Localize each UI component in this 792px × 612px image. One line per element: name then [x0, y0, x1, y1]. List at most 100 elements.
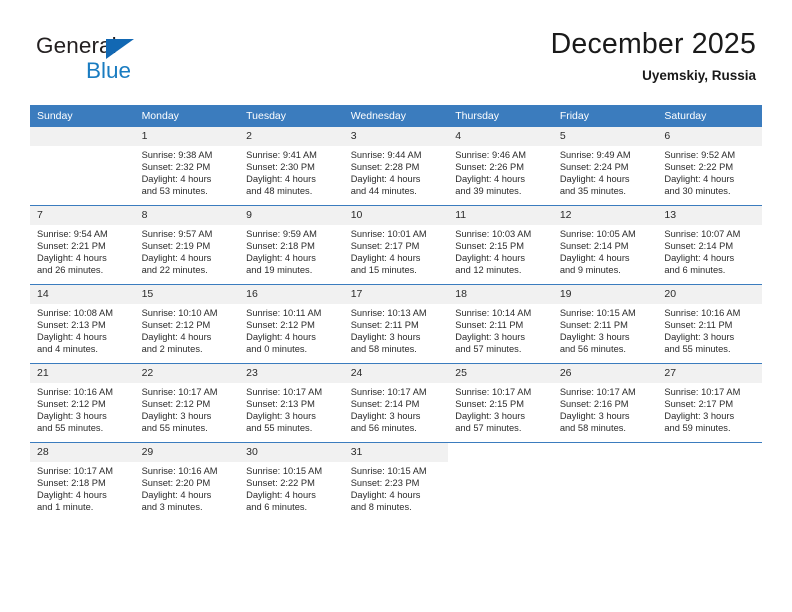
- day-number: 25: [448, 364, 553, 383]
- daylight-text-line2: and 2 minutes.: [141, 344, 203, 355]
- calendar-day-cell[interactable]: 24 Sunrise: 10:17 AM Sunset: 2:14 PM Day…: [343, 363, 449, 443]
- day-details: [657, 462, 762, 513]
- brand-logo[interactable]: General Blue: [36, 33, 216, 89]
- daylight-text-line1: Daylight: 4 hours: [141, 253, 212, 264]
- day-number: [448, 443, 553, 462]
- calendar-day-cell[interactable]: 22 Sunrise: 10:17 AM Sunset: 2:12 PM Day…: [134, 363, 240, 443]
- sunrise-text: [455, 465, 549, 477]
- sunrise-text: Sunrise: 10:17 AM: [37, 466, 113, 476]
- daylight-text-line2: [37, 185, 131, 197]
- calendar-day-cell[interactable]: 15 Sunrise: 10:10 AM Sunset: 2:12 PM Day…: [134, 284, 240, 364]
- calendar-day-cell[interactable]: 17 Sunrise: 10:13 AM Sunset: 2:11 PM Day…: [343, 284, 449, 364]
- calendar-day-cell[interactable]: 12 Sunrise: 10:05 AM Sunset: 2:14 PM Day…: [552, 205, 658, 285]
- sunrise-text: Sunrise: 10:17 AM: [141, 387, 218, 397]
- calendar-day-cell[interactable]: 4 Sunrise: 9:46 AM Sunset: 2:26 PM Dayli…: [448, 127, 553, 206]
- day-details: Sunrise: 10:11 AM Sunset: 2:12 PM Daylig…: [239, 304, 344, 355]
- sunrise-text: [37, 149, 131, 161]
- day-number: 9: [239, 206, 344, 225]
- sunrise-text: Sunrise: 10:10 AM: [141, 308, 218, 318]
- day-details: Sunrise: 10:01 AM Sunset: 2:17 PM Daylig…: [344, 225, 449, 276]
- sunrise-text: Sunrise: 10:17 AM: [664, 387, 741, 397]
- day-number: 14: [30, 285, 135, 304]
- calendar-day-cell[interactable]: [448, 442, 553, 521]
- calendar-day-cell[interactable]: 19 Sunrise: 10:15 AM Sunset: 2:11 PM Day…: [552, 284, 658, 364]
- calendar-day-cell[interactable]: 3 Sunrise: 9:44 AM Sunset: 2:28 PM Dayli…: [343, 127, 449, 206]
- daylight-text-line1: Daylight: 3 hours: [246, 411, 316, 422]
- calendar-day-cell[interactable]: 26 Sunrise: 10:17 AM Sunset: 2:16 PM Day…: [552, 363, 658, 443]
- calendar-day-cell[interactable]: 5 Sunrise: 9:49 AM Sunset: 2:24 PM Dayli…: [552, 127, 658, 206]
- day-details: Sunrise: 10:13 AM Sunset: 2:11 PM Daylig…: [344, 304, 449, 355]
- sunrise-text: Sunrise: 10:17 AM: [350, 387, 427, 397]
- calendar-day-cell[interactable]: 2 Sunrise: 9:41 AM Sunset: 2:30 PM Dayli…: [239, 127, 344, 206]
- calendar-header-row: Sunday Monday Tuesday Wednesday Thursday…: [30, 105, 762, 127]
- day-details: Sunrise: 10:05 AM Sunset: 2:14 PM Daylig…: [553, 225, 658, 276]
- calendar-day-cell[interactable]: 13 Sunrise: 10:07 AM Sunset: 2:14 PM Day…: [657, 205, 762, 285]
- sunset-text: Sunset: 2:21 PM: [37, 241, 106, 252]
- daylight-text-line2: and 44 minutes.: [350, 186, 417, 197]
- calendar-day-cell[interactable]: 28 Sunrise: 10:17 AM Sunset: 2:18 PM Day…: [30, 442, 135, 521]
- calendar-day-cell[interactable]: 14 Sunrise: 10:08 AM Sunset: 2:13 PM Day…: [30, 284, 135, 364]
- calendar-day-cell[interactable]: 1 Sunrise: 9:38 AM Sunset: 2:32 PM Dayli…: [134, 127, 240, 206]
- calendar-day-cell[interactable]: 31 Sunrise: 10:15 AM Sunset: 2:23 PM Day…: [343, 442, 449, 521]
- calendar-day-cell[interactable]: 21 Sunrise: 10:16 AM Sunset: 2:12 PM Day…: [30, 363, 135, 443]
- daylight-text-line1: [560, 489, 654, 501]
- sunset-text: Sunset: 2:12 PM: [141, 399, 211, 410]
- calendar-day-cell[interactable]: 7 Sunrise: 9:54 AM Sunset: 2:21 PM Dayli…: [30, 205, 135, 285]
- sunset-text: Sunset: 2:15 PM: [455, 241, 524, 252]
- calendar-day-cell[interactable]: 29 Sunrise: 10:16 AM Sunset: 2:20 PM Day…: [134, 442, 240, 521]
- day-number: 28: [30, 443, 135, 462]
- daylight-text-line1: Daylight: 4 hours: [246, 174, 316, 185]
- calendar-day-cell[interactable]: 20 Sunrise: 10:16 AM Sunset: 2:11 PM Day…: [657, 284, 762, 364]
- calendar-day-cell[interactable]: 8 Sunrise: 9:57 AM Sunset: 2:19 PM Dayli…: [134, 205, 240, 285]
- calendar-page: General Blue December 2025 Uyemskiy, Rus…: [0, 0, 792, 612]
- sunset-text: Sunset: 2:13 PM: [37, 320, 106, 331]
- calendar-day-cell[interactable]: 23 Sunrise: 10:17 AM Sunset: 2:13 PM Day…: [239, 363, 344, 443]
- day-number: [30, 127, 135, 146]
- calendar-day-cell[interactable]: [552, 442, 658, 521]
- day-number: 27: [657, 364, 762, 383]
- sunset-text: Sunset: 2:20 PM: [141, 478, 211, 489]
- daylight-text-line2: and 56 minutes.: [559, 344, 626, 355]
- calendar-day-cell[interactable]: 18 Sunrise: 10:14 AM Sunset: 2:11 PM Day…: [448, 284, 553, 364]
- sunset-text: Sunset: 2:32 PM: [141, 162, 211, 173]
- sunrise-text: Sunrise: 10:07 AM: [664, 229, 741, 239]
- sunrise-text: Sunrise: 9:59 AM: [246, 229, 317, 239]
- calendar-day-cell[interactable]: 6 Sunrise: 9:52 AM Sunset: 2:22 PM Dayli…: [657, 127, 762, 206]
- calendar-day-cell[interactable]: 9 Sunrise: 9:59 AM Sunset: 2:18 PM Dayli…: [239, 205, 344, 285]
- day-details: Sunrise: 9:59 AM Sunset: 2:18 PM Dayligh…: [239, 225, 344, 276]
- day-details: Sunrise: 10:17 AM Sunset: 2:12 PM Daylig…: [135, 383, 240, 434]
- sunset-text: Sunset: 2:16 PM: [559, 399, 629, 410]
- weekday-header-thursday: Thursday: [448, 105, 553, 127]
- day-number: 26: [552, 364, 658, 383]
- day-details: Sunrise: 10:16 AM Sunset: 2:20 PM Daylig…: [135, 462, 240, 513]
- sunrise-text: Sunrise: 10:03 AM: [455, 229, 532, 239]
- day-number: 8: [134, 206, 240, 225]
- triangle-icon: [106, 39, 134, 59]
- calendar-day-cell[interactable]: 27 Sunrise: 10:17 AM Sunset: 2:17 PM Day…: [657, 363, 762, 443]
- day-details: Sunrise: 10:07 AM Sunset: 2:14 PM Daylig…: [657, 225, 762, 276]
- daylight-text-line1: Daylight: 3 hours: [455, 332, 526, 343]
- calendar-day-cell[interactable]: 16 Sunrise: 10:11 AM Sunset: 2:12 PM Day…: [239, 284, 344, 364]
- calendar-day-cell[interactable]: [30, 127, 135, 206]
- daylight-text-line1: Daylight: 4 hours: [559, 253, 630, 264]
- daylight-text-line2: and 48 minutes.: [246, 186, 313, 197]
- calendar-table: Sunday Monday Tuesday Wednesday Thursday…: [30, 105, 762, 521]
- calendar-day-cell[interactable]: 10 Sunrise: 10:01 AM Sunset: 2:17 PM Day…: [343, 205, 449, 285]
- sunrise-text: Sunrise: 10:16 AM: [37, 387, 113, 397]
- sunrise-text: Sunrise: 10:15 AM: [350, 466, 427, 476]
- sunset-text: Sunset: 2:11 PM: [350, 320, 419, 331]
- calendar-day-cell[interactable]: [657, 442, 762, 521]
- sunset-text: Sunset: 2:28 PM: [350, 162, 420, 173]
- day-number: 17: [343, 285, 449, 304]
- daylight-text-line2: and 35 minutes.: [559, 186, 626, 197]
- calendar-day-cell[interactable]: 30 Sunrise: 10:15 AM Sunset: 2:22 PM Day…: [239, 442, 344, 521]
- daylight-text-line1: Daylight: 4 hours: [141, 174, 212, 185]
- sunrise-text: Sunrise: 10:17 AM: [559, 387, 636, 397]
- sunrise-text: Sunrise: 9:38 AM: [141, 150, 213, 160]
- calendar-day-cell[interactable]: 25 Sunrise: 10:17 AM Sunset: 2:15 PM Day…: [448, 363, 553, 443]
- sunset-text: [560, 477, 654, 489]
- day-details: Sunrise: 10:17 AM Sunset: 2:17 PM Daylig…: [657, 383, 762, 434]
- day-number: 4: [448, 127, 553, 146]
- calendar-day-cell[interactable]: 11 Sunrise: 10:03 AM Sunset: 2:15 PM Day…: [448, 205, 553, 285]
- daylight-text-line1: Daylight: 4 hours: [559, 174, 630, 185]
